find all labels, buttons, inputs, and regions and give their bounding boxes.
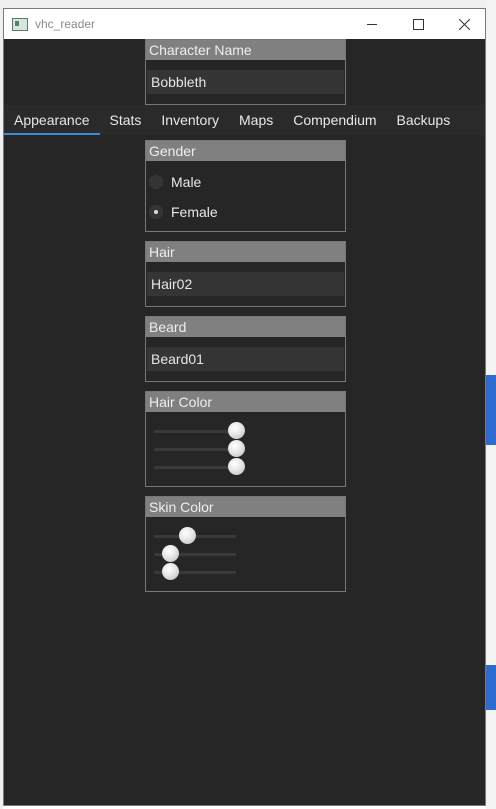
skin-color-slider-3[interactable] <box>154 563 236 581</box>
slider-handle[interactable] <box>228 440 245 457</box>
slider-handle[interactable] <box>162 545 180 562</box>
hair-color-slider-2[interactable] <box>154 440 245 458</box>
hair-color-panel: Hair Color <box>145 391 346 487</box>
tab-compendium[interactable]: Compendium <box>283 105 386 135</box>
slider-track <box>154 466 236 469</box>
background-blue-bar <box>486 375 496 445</box>
hair-panel: Hair Hair02 <box>145 241 346 307</box>
slider-handle[interactable] <box>228 458 245 475</box>
gender-label: Gender <box>146 141 345 161</box>
hair-color-slider-3[interactable] <box>154 458 245 476</box>
minimize-icon <box>367 23 377 25</box>
minimize-button[interactable] <box>349 9 395 39</box>
main-content: Character Name Bobbleth Appearance Stats… <box>4 39 485 805</box>
skin-color-panel: Skin Color <box>145 496 346 592</box>
close-button[interactable] <box>441 9 487 39</box>
beard-field[interactable]: Beard01 <box>147 347 344 371</box>
tab-bar: Appearance Stats Inventory Maps Compendi… <box>4 105 485 135</box>
character-name-field[interactable]: Bobbleth <box>147 70 344 94</box>
gender-option-female[interactable]: Female <box>146 197 345 227</box>
tab-appearance[interactable]: Appearance <box>4 105 100 135</box>
app-window: vhc_reader Character Name Bobbleth Appea… <box>3 8 486 806</box>
tab-stats[interactable]: Stats <box>100 105 152 135</box>
male-radio[interactable] <box>149 175 163 189</box>
gender-option-male[interactable]: Male <box>146 167 345 197</box>
skin-color-label: Skin Color <box>146 497 345 517</box>
tab-inventory[interactable]: Inventory <box>151 105 229 135</box>
title-bar[interactable]: vhc_reader <box>4 9 485 39</box>
skin-color-slider-1[interactable] <box>154 527 236 545</box>
slider-track <box>154 448 236 451</box>
skin-color-slider-2[interactable] <box>154 545 236 563</box>
female-label: Female <box>171 204 218 220</box>
tab-maps[interactable]: Maps <box>229 105 283 135</box>
female-radio[interactable] <box>149 205 163 219</box>
beard-label: Beard <box>146 317 345 337</box>
maximize-button[interactable] <box>395 9 441 39</box>
hair-color-slider-1[interactable] <box>154 422 245 440</box>
beard-panel: Beard Beard01 <box>145 316 346 382</box>
hair-field[interactable]: Hair02 <box>147 272 344 296</box>
app-icon <box>12 17 28 31</box>
gender-panel: Gender Male Female <box>145 140 346 232</box>
male-label: Male <box>171 174 202 190</box>
slider-handle[interactable] <box>178 527 196 544</box>
slider-track <box>154 430 236 433</box>
maximize-icon <box>412 18 424 30</box>
tab-backups[interactable]: Backups <box>387 105 461 135</box>
background-desktop <box>0 0 496 8</box>
hair-label: Hair <box>146 242 345 262</box>
close-icon <box>458 18 470 30</box>
character-name-label: Character Name <box>146 40 345 60</box>
slider-handle[interactable] <box>162 563 180 580</box>
window-title: vhc_reader <box>35 17 96 31</box>
slider-handle[interactable] <box>228 422 245 439</box>
character-name-panel: Character Name Bobbleth <box>145 39 346 105</box>
background-blue-bar <box>486 665 496 710</box>
hair-color-label: Hair Color <box>146 392 345 412</box>
